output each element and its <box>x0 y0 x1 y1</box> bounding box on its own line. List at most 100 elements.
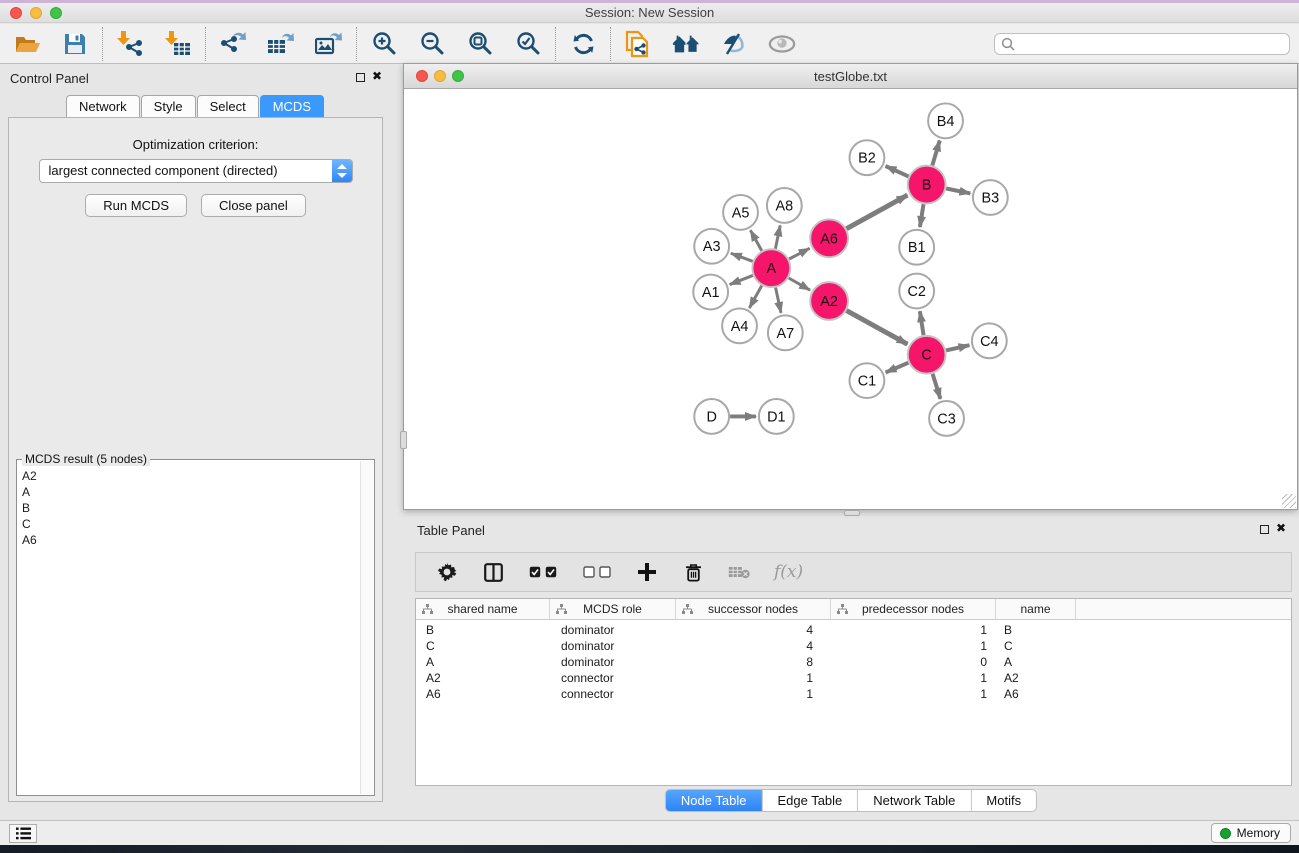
minimize-window-button[interactable] <box>30 7 42 19</box>
graph-edge-B-B2[interactable] <box>886 166 909 176</box>
graph-edge-A-A2[interactable] <box>789 278 810 290</box>
clone-network-icon[interactable] <box>624 30 652 58</box>
tab-network[interactable]: Network <box>66 95 140 118</box>
task-history-button[interactable] <box>9 824 37 843</box>
column-header-name[interactable]: name <box>996 599 1076 619</box>
graph-edge-C-C3[interactable] <box>933 374 941 399</box>
table-row[interactable]: Cdominator41C <box>416 639 1291 655</box>
network-window-titlebar[interactable]: testGlobe.txt <box>404 64 1297 89</box>
graph-edge-B-B3[interactable] <box>946 189 970 194</box>
graph-edge-B-B4[interactable] <box>932 140 939 165</box>
mcds-result-item[interactable]: A <box>22 484 374 500</box>
memory-status-icon <box>1220 828 1231 839</box>
column-header-predecessor-nodes[interactable]: predecessor nodes <box>831 599 996 619</box>
graph-edge-C-C4[interactable] <box>946 345 969 350</box>
network-graph[interactable]: AA1A2A3A4A5A6A7A8BB1B2B3B4CC1C2C3C4DD1 <box>404 90 1297 509</box>
import-table-icon[interactable] <box>164 30 192 58</box>
show-graphics-icon[interactable] <box>768 30 796 58</box>
export-table-icon[interactable] <box>267 30 295 58</box>
zoom-in-icon[interactable] <box>370 30 398 58</box>
tab-motifs[interactable]: Motifs <box>970 790 1036 811</box>
table-row[interactable]: Adominator80A <box>416 655 1291 671</box>
mcds-panel: Optimization criterion: largest connecte… <box>8 117 383 802</box>
graph-node-label: B1 <box>908 240 926 256</box>
gear-icon[interactable] <box>436 561 458 583</box>
export-network-icon[interactable] <box>219 30 247 58</box>
table-row[interactable]: A2connector11A2 <box>416 671 1291 687</box>
mcds-result-item[interactable]: C <box>22 516 374 532</box>
close-window-button[interactable] <box>10 7 22 19</box>
table-cell: 0 <box>831 655 996 671</box>
close-panel-icon[interactable]: ✖ <box>372 69 382 83</box>
search-field[interactable] <box>994 33 1290 55</box>
control-panel: Control Panel ✖ NetworkStyleSelectMCDS O… <box>0 64 391 820</box>
graph-edge-C-C1[interactable] <box>886 363 909 373</box>
close-panel-button[interactable]: Close panel <box>201 194 306 217</box>
graph-edge-A-A4[interactable] <box>749 286 761 308</box>
float-panel-icon[interactable] <box>356 73 365 82</box>
tab-select[interactable]: Select <box>197 95 259 118</box>
splitter-handle[interactable] <box>400 431 407 449</box>
delete-table-icon[interactable] <box>728 561 750 583</box>
mcds-result-item[interactable]: B <box>22 500 374 516</box>
minimize-window-button[interactable] <box>434 70 446 82</box>
graph-edge-A2-C[interactable] <box>847 311 908 345</box>
column-header-filler <box>1076 599 1291 619</box>
add-column-icon[interactable] <box>636 561 658 583</box>
graph-edge-A6-B[interactable] <box>847 195 908 229</box>
open-session-icon[interactable] <box>13 30 41 58</box>
network-canvas[interactable]: AA1A2A3A4A5A6A7A8BB1B2B3B4CC1C2C3C4DD1 <box>404 90 1297 509</box>
column-header-successor-nodes[interactable]: successor nodes <box>676 599 831 619</box>
refresh-icon[interactable] <box>569 30 597 58</box>
graph-edge-A-A1[interactable] <box>730 275 753 284</box>
float-panel-icon[interactable] <box>1260 525 1269 534</box>
tab-mcds[interactable]: MCDS <box>260 95 324 118</box>
tab-node-table[interactable]: Node Table <box>666 790 762 811</box>
window-resize-grip[interactable] <box>1282 494 1296 508</box>
table-row[interactable]: A6connector11A6 <box>416 687 1291 703</box>
home-icon[interactable] <box>672 30 700 58</box>
deselect-all-icon[interactable] <box>582 561 612 583</box>
delete-icon[interactable] <box>682 561 704 583</box>
control-panel-tabs: NetworkStyleSelectMCDS <box>0 95 391 118</box>
tab-edge-table[interactable]: Edge Table <box>761 790 857 811</box>
graph-node-label: A8 <box>775 198 793 214</box>
search-input[interactable] <box>1019 35 1289 53</box>
zoom-fit-icon[interactable] <box>466 30 494 58</box>
zoom-window-button[interactable] <box>50 7 62 19</box>
column-header-mcds-role[interactable]: MCDS role <box>550 599 676 619</box>
save-session-icon[interactable] <box>61 30 89 58</box>
function-builder-icon[interactable]: f(x) <box>774 562 803 582</box>
graph-edge-A-A7[interactable] <box>776 288 781 313</box>
app-title: Session: New Session <box>585 5 714 20</box>
result-scrollbar[interactable] <box>360 461 373 794</box>
mcds-result-item[interactable]: A2 <box>22 468 374 484</box>
graph-edge-B-B1[interactable] <box>920 204 924 227</box>
criterion-select[interactable]: largest connected component (directed) <box>39 159 353 183</box>
tab-network-table[interactable]: Network Table <box>857 790 970 811</box>
graph-node-label: B3 <box>982 190 1000 206</box>
run-mcds-button[interactable]: Run MCDS <box>85 194 187 217</box>
graph-edge-A-A6[interactable] <box>789 248 810 259</box>
table-row[interactable]: Bdominator41B <box>416 623 1291 639</box>
column-header-shared-name[interactable]: shared name <box>416 599 550 619</box>
select-all-icon[interactable] <box>528 561 558 583</box>
graph-node-label: A1 <box>702 285 720 301</box>
zoom-selected-icon[interactable] <box>514 30 542 58</box>
import-network-icon[interactable] <box>116 30 144 58</box>
zoom-out-icon[interactable] <box>418 30 446 58</box>
graph-edge-A-A5[interactable] <box>750 230 761 250</box>
hide-graphics-icon[interactable] <box>720 30 748 58</box>
graph-node-label: A3 <box>703 239 721 255</box>
mcds-result-item[interactable]: A6 <box>22 532 374 548</box>
split-columns-icon[interactable] <box>482 561 504 583</box>
zoom-window-button[interactable] <box>452 70 464 82</box>
graph-edge-A-A8[interactable] <box>775 225 780 248</box>
close-window-button[interactable] <box>416 70 428 82</box>
graph-edge-C-C2[interactable] <box>920 311 924 335</box>
close-panel-icon[interactable]: ✖ <box>1276 521 1286 535</box>
memory-button[interactable]: Memory <box>1211 823 1291 843</box>
graph-edge-A-A3[interactable] <box>731 253 753 261</box>
tab-style[interactable]: Style <box>141 95 196 118</box>
export-image-icon[interactable] <box>315 30 343 58</box>
